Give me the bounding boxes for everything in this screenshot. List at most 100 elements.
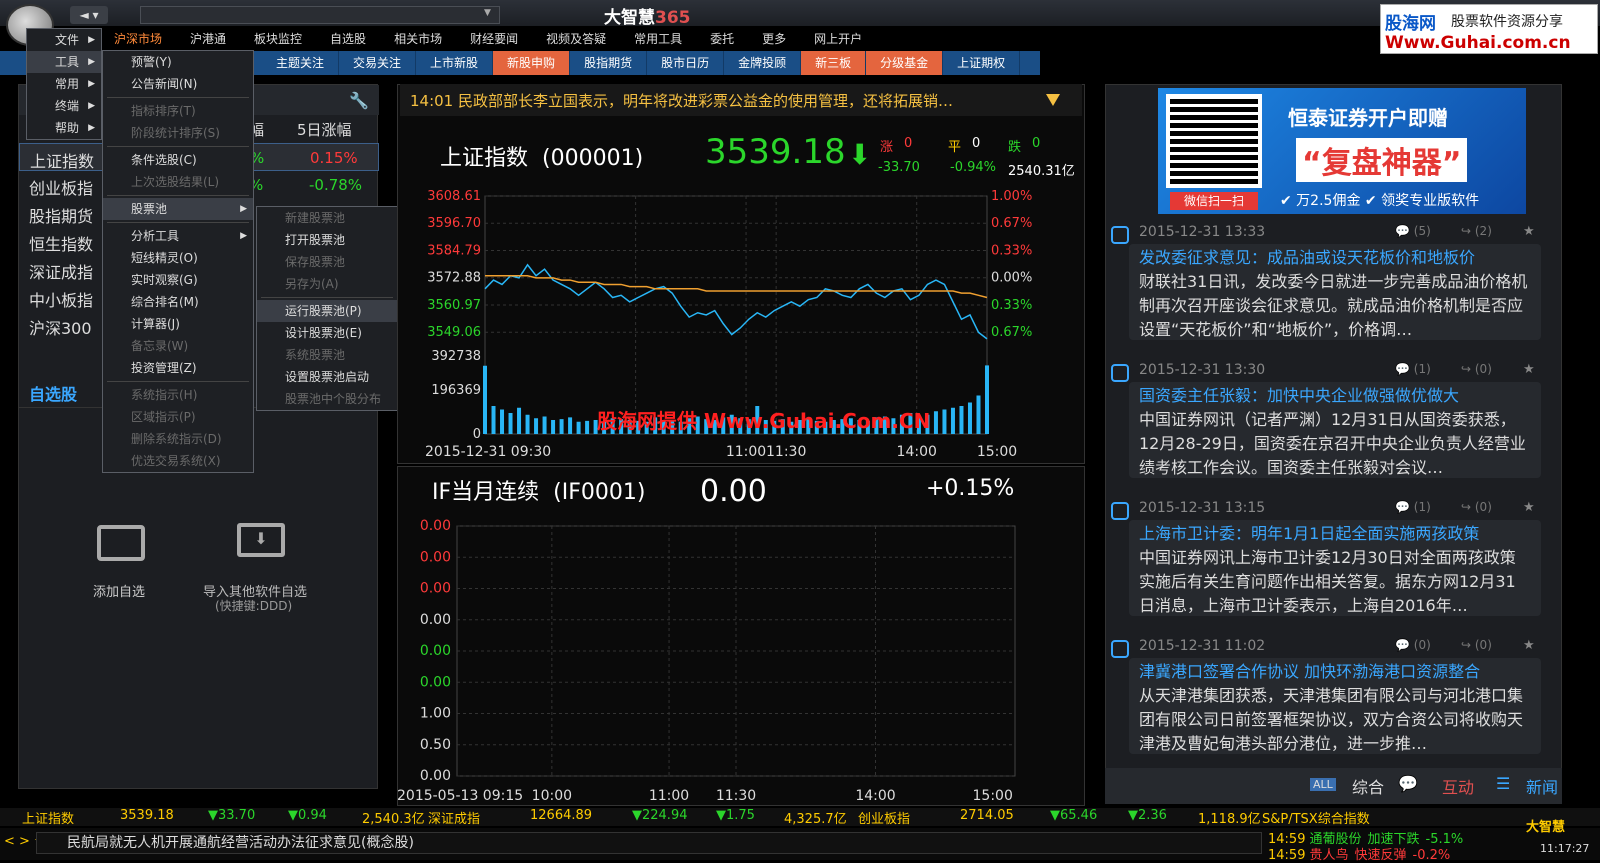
tab-item[interactable]: 交易关注 <box>339 51 417 75</box>
news-card[interactable]: 国资委主任张毅：加快中央企业做强做优做大 中国证券网讯（记者严渊）12月31日从国… <box>1129 382 1541 478</box>
tools-menu-item[interactable]: 删除系统指示(D) <box>103 428 253 450</box>
bottom-news-ticker[interactable]: 民航局就无人机开展通航经营活动办法征求意见(概念股) <box>36 832 1262 854</box>
share-count[interactable]: ↪ (0) <box>1461 638 1492 652</box>
tools-menu-item[interactable]: 综合排名(M) <box>103 291 253 313</box>
share-count[interactable]: ↪ (0) <box>1461 500 1492 514</box>
pool-menu-item[interactable]: 股票池中个股分布 <box>257 388 397 410</box>
wrench-icon[interactable]: 🔧 <box>349 91 369 110</box>
news-card[interactable]: 发改委征求意见：成品油或设天花板价和地板价 财联社31日讯，发改委今日就进一步完善… <box>1129 244 1541 340</box>
comment-count[interactable]: 💬 (5) <box>1395 224 1431 238</box>
status-field[interactable]: S&P/TSX综合指数 <box>1262 808 1370 827</box>
chat-bubble-icon[interactable]: 💬 <box>1398 774 1418 793</box>
menu-item[interactable]: 更多 <box>748 28 800 50</box>
star-icon[interactable]: ★ <box>1523 362 1535 377</box>
tools-menu-item[interactable]: 短线精灵(O) <box>103 247 253 269</box>
status-field[interactable]: ▼33.70 <box>208 808 255 823</box>
pool-menu-item[interactable]: 打开股票池 <box>257 229 397 251</box>
news-card[interactable]: 上海市卫计委：明年1月1日起全面实施两孩政策 中国证券网讯上海市卫计委12月30日… <box>1129 520 1541 616</box>
column-header-5day[interactable]: 5日涨幅 <box>297 119 352 140</box>
comment-count[interactable]: 💬 (0) <box>1395 638 1431 652</box>
back-button[interactable]: ◄ ▾ <box>70 6 108 24</box>
pool-menu-item[interactable]: 新建股票池 <box>257 207 397 229</box>
main-menu-item[interactable]: 帮助 ▶ <box>27 117 101 139</box>
star-icon[interactable]: ★ <box>1523 224 1535 239</box>
alert-row[interactable]: 14:59 贵人鸟 快速反弹 -0.2% <box>1268 844 1450 863</box>
menu-item[interactable]: 板块监控 <box>240 28 316 50</box>
ticker-expand-icon[interactable] <box>1046 94 1060 106</box>
tools-menu-item[interactable]: 上次选股结果(L) <box>103 171 253 193</box>
import-monitor-icon[interactable]: ⬇ <box>237 523 285 557</box>
tools-menu-item[interactable]: 实时观察(G) <box>103 269 253 291</box>
tools-menu-item[interactable]: 分析工具 ▶ <box>103 225 253 247</box>
short-term-alerts[interactable]: 14:59 通葡股份 加速下跌 -5.1% 14:59 贵人鸟 快速反弹 -0.2% <box>1268 828 1494 863</box>
status-field[interactable]: ▼0.94 <box>288 808 327 823</box>
tools-menu-item[interactable]: 系统指示(H) <box>103 384 253 406</box>
menu-item[interactable]: 视频及答疑 <box>532 28 620 50</box>
tools-menu-item[interactable]: 预警(Y) <box>103 51 253 73</box>
search-input[interactable] <box>140 6 500 24</box>
news-title[interactable]: 津冀港口签署合作协议 加快环渤海港口资源整合 <box>1139 660 1531 684</box>
tools-menu-item[interactable]: 优选交易系统(X) <box>103 450 253 472</box>
ad-banner-top[interactable]: 股海网 股票软件资源分享 Www.Guhai.com.cn <box>1380 4 1598 54</box>
pool-menu-item[interactable]: 设置股票池启动 <box>257 366 397 388</box>
comment-count[interactable]: 💬 (1) <box>1395 362 1431 376</box>
tools-menu-item[interactable]: 区域指示(P) <box>103 406 253 428</box>
comment-count[interactable]: 💬 (1) <box>1395 500 1431 514</box>
favorites-title[interactable]: 自选股 <box>29 381 77 405</box>
tools-menu-item[interactable]: 阶段统计排序(S) <box>103 122 253 144</box>
tools-menu-item[interactable]: 条件选股(C) <box>103 149 253 171</box>
news-title[interactable]: 发改委征求意见：成品油或设天花板价和地板价 <box>1139 246 1531 270</box>
star-icon[interactable]: ★ <box>1523 500 1535 515</box>
tab-item[interactable]: 股指期货 <box>570 51 648 75</box>
status-field[interactable]: 1,118.9亿 <box>1198 808 1261 827</box>
all-icon[interactable]: ALL <box>1310 778 1336 791</box>
menu-item[interactable]: 自选股 <box>316 28 380 50</box>
menu-item[interactable]: 委托 <box>696 28 748 50</box>
main-menu-item[interactable]: 常用 ▶ <box>27 73 101 95</box>
filter-all-button[interactable]: 综合 <box>1352 774 1384 798</box>
share-count[interactable]: ↪ (2) <box>1461 224 1492 238</box>
status-field[interactable]: 2,540.3亿 <box>362 808 425 827</box>
status-field[interactable]: ▼65.46 <box>1050 808 1097 823</box>
status-field[interactable]: ▼2.36 <box>1128 808 1167 823</box>
list-icon[interactable]: ☰ <box>1496 774 1510 793</box>
tools-menu-item[interactable]: 指标排序(T) <box>103 100 253 122</box>
menu-item[interactable]: 沪港通 <box>176 28 240 50</box>
tools-menu-item[interactable]: 投资管理(Z) <box>103 357 253 379</box>
news-title[interactable]: 上海市卫计委：明年1月1日起全面实施两孩政策 <box>1139 522 1531 546</box>
tab-item[interactable]: 新股申购 <box>493 51 571 75</box>
menu-item[interactable]: 相关市场 <box>380 28 456 50</box>
tab-item[interactable]: 金牌投顾 <box>724 51 802 75</box>
main-menu-item[interactable]: 工具 ▶ <box>27 51 101 73</box>
menu-item[interactable]: 财经要闻 <box>456 28 532 50</box>
pool-menu-item[interactable]: 另存为(A) <box>257 273 397 295</box>
brand-logo[interactable]: 大智慧 <box>1526 816 1565 835</box>
future-intraday-chart[interactable]: 0.00 0.00 0.00 0.00 0.00 0.00 1.00 0.50 0.00 2015… <box>397 516 1085 808</box>
tools-menu-item[interactable]: 公告新闻(N) <box>103 73 253 95</box>
news-card[interactable]: 津冀港口签署合作协议 加快环渤海港口资源整合 从天津港集团获悉，天津港集团有限公司… <box>1129 658 1541 754</box>
pool-menu-item[interactable]: 设计股票池(E) <box>257 322 397 344</box>
tab-item[interactable]: 新三板 <box>801 51 867 75</box>
menu-item[interactable]: 常用工具 <box>620 28 696 50</box>
tools-menu-item[interactable]: 计算器(J) <box>103 313 253 335</box>
briefcase-icon[interactable] <box>97 525 145 561</box>
index-intraday-chart[interactable]: 3608.61 3596.70 3584.79 3572.88 3560.97 3549.… <box>397 188 1085 464</box>
news-title[interactable]: 国资委主任张毅：加快中央企业做强做优做大 <box>1139 384 1531 408</box>
status-field[interactable]: 上证指数 <box>22 808 74 827</box>
tools-menu-item[interactable]: 股票池 ▶ <box>103 198 253 220</box>
tab-item[interactable]: 分级基金 <box>866 51 944 75</box>
add-favorite-label[interactable]: 添加自选 <box>93 581 145 600</box>
status-field[interactable]: 4,325.7亿 <box>784 808 847 827</box>
status-field[interactable]: 2714.05 <box>960 808 1014 823</box>
filter-chat-button[interactable]: 互动 <box>1442 774 1474 798</box>
status-field[interactable]: 3539.18 <box>120 808 174 823</box>
status-field[interactable]: 创业板指 <box>858 808 910 827</box>
share-count[interactable]: ↪ (0) <box>1461 362 1492 376</box>
pool-menu-item[interactable]: 运行股票池(P) <box>257 300 397 322</box>
tab-item[interactable]: 主题关注 <box>262 51 340 75</box>
pool-menu-item[interactable]: 保存股票池 <box>257 251 397 273</box>
filter-news-button[interactable]: 新闻 <box>1526 774 1558 798</box>
main-menu-item[interactable]: 文件 ▶ <box>27 29 101 51</box>
chevron-down-icon[interactable]: ▼ <box>484 8 496 20</box>
main-menu-item[interactable]: 终端 ▶ <box>27 95 101 117</box>
